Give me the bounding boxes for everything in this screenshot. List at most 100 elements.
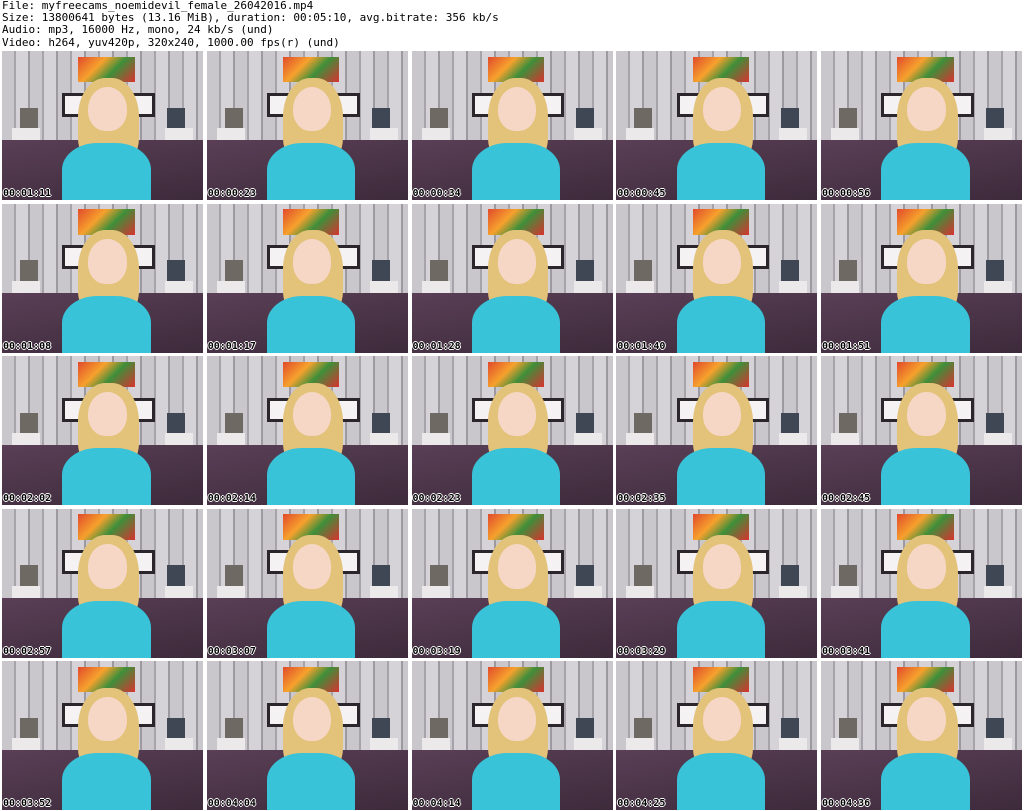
video-thumbnail: 00:03:19 (411, 508, 613, 658)
person-shirt (267, 600, 356, 658)
person-shirt (267, 753, 356, 810)
thumbnail-image (2, 508, 203, 658)
file-info-header: File: myfreecams_noemidevil_female_26042… (2, 0, 1022, 50)
lamp (224, 717, 243, 739)
lamp (634, 717, 653, 739)
lamp (634, 412, 653, 434)
lamp (371, 107, 390, 129)
person-shirt (62, 753, 151, 810)
person-face (88, 696, 127, 742)
person-face (907, 239, 946, 284)
person-shirt (471, 295, 561, 353)
thumbnail-timestamp: 00:03:19 (412, 645, 461, 657)
lamp (985, 565, 1004, 586)
thumbnail-image (2, 661, 203, 810)
lamp (839, 107, 858, 129)
person-shirt (471, 753, 561, 810)
person-shirt (676, 600, 765, 658)
lamp (781, 717, 800, 739)
person-face (293, 544, 332, 589)
thumbnail-image (616, 508, 818, 658)
lamp (224, 107, 243, 129)
thumbnail-timestamp: 00:00:45 (617, 188, 666, 199)
person-shirt (267, 143, 356, 200)
person-face (293, 239, 332, 284)
lamp (576, 107, 595, 129)
thumbnail-timestamp: 00:03:41 (822, 645, 871, 657)
person-face (907, 86, 946, 132)
person-face (497, 544, 537, 589)
thumbnail-image (2, 51, 203, 200)
person-shirt (471, 600, 561, 658)
video-thumbnail: 00:01:11 (2, 51, 203, 200)
video-thumbnail: 00:02:23 (411, 356, 613, 505)
thumbnail-timestamp: 00:04:04 (207, 798, 256, 809)
lamp (781, 565, 800, 586)
thumbnail-image (616, 203, 818, 353)
video-thumbnail: 00:03:41 (821, 508, 1022, 658)
thumbnail-timestamp: 00:02:23 (412, 493, 461, 504)
lamp (429, 412, 448, 434)
thumbnail-image (411, 508, 613, 658)
lamp (781, 412, 800, 434)
video-info-line: Video: h264, yuv420p, 320x240, 1000.00 f… (2, 35, 340, 49)
person-shirt (471, 143, 561, 200)
lamp (781, 260, 800, 281)
lamp (20, 565, 39, 586)
thumbnail-image (411, 356, 613, 505)
person-face (702, 544, 741, 589)
video-thumbnail: 00:03:29 (616, 508, 818, 658)
lamp (985, 717, 1004, 739)
lamp (166, 107, 185, 129)
thumbnail-image (821, 508, 1022, 658)
video-thumbnail: 00:00:23 (206, 51, 408, 200)
thumbnail-image (616, 51, 818, 200)
video-thumbnail: 00:00:56 (821, 51, 1022, 200)
lamp (781, 107, 800, 129)
person-shirt (62, 143, 151, 200)
person-shirt (881, 143, 970, 200)
person-shirt (62, 295, 151, 353)
person-shirt (881, 295, 970, 353)
person-face (497, 391, 537, 437)
thumbnail-timestamp: 00:02:02 (3, 493, 52, 504)
lamp (839, 260, 858, 281)
thumbnail-image (206, 51, 408, 200)
person-face (497, 239, 537, 284)
thumbnail-image (821, 356, 1022, 505)
person-face (293, 696, 332, 742)
person-shirt (881, 600, 970, 658)
thumbnail-timestamp: 00:04:14 (412, 798, 461, 809)
lamp (371, 412, 390, 434)
thumbnail-timestamp: 00:00:34 (412, 188, 461, 199)
video-thumbnail: 00:04:14 (411, 661, 613, 810)
person-face (293, 391, 332, 437)
lamp (576, 717, 595, 739)
lamp (20, 717, 39, 739)
video-thumbnail: 00:01:51 (821, 203, 1022, 353)
thumbnail-timestamp: 00:00:23 (207, 188, 256, 199)
video-thumbnail: 00:03:52 (2, 661, 203, 810)
lamp (634, 107, 653, 129)
video-thumbnail: 00:02:35 (616, 356, 818, 505)
person-face (88, 544, 127, 589)
lamp (985, 412, 1004, 434)
thumbnail-timestamp: 00:01:11 (3, 188, 52, 199)
lamp (429, 565, 448, 586)
person-face (88, 239, 127, 284)
video-thumbnail: 00:03:07 (206, 508, 408, 658)
thumbnail-timestamp: 00:01:28 (412, 340, 461, 352)
lamp (839, 565, 858, 586)
lamp (429, 717, 448, 739)
lamp (429, 107, 448, 129)
person-face (907, 544, 946, 589)
person-shirt (267, 295, 356, 353)
thumbnail-timestamp: 00:03:52 (3, 798, 52, 809)
video-thumbnail: 00:01:08 (2, 203, 203, 353)
lamp (166, 260, 185, 281)
lamp (20, 412, 39, 434)
thumbnail-timestamp: 00:02:14 (207, 493, 256, 504)
thumbnail-timestamp: 00:03:07 (207, 645, 256, 657)
lamp (371, 565, 390, 586)
lamp (224, 260, 243, 281)
